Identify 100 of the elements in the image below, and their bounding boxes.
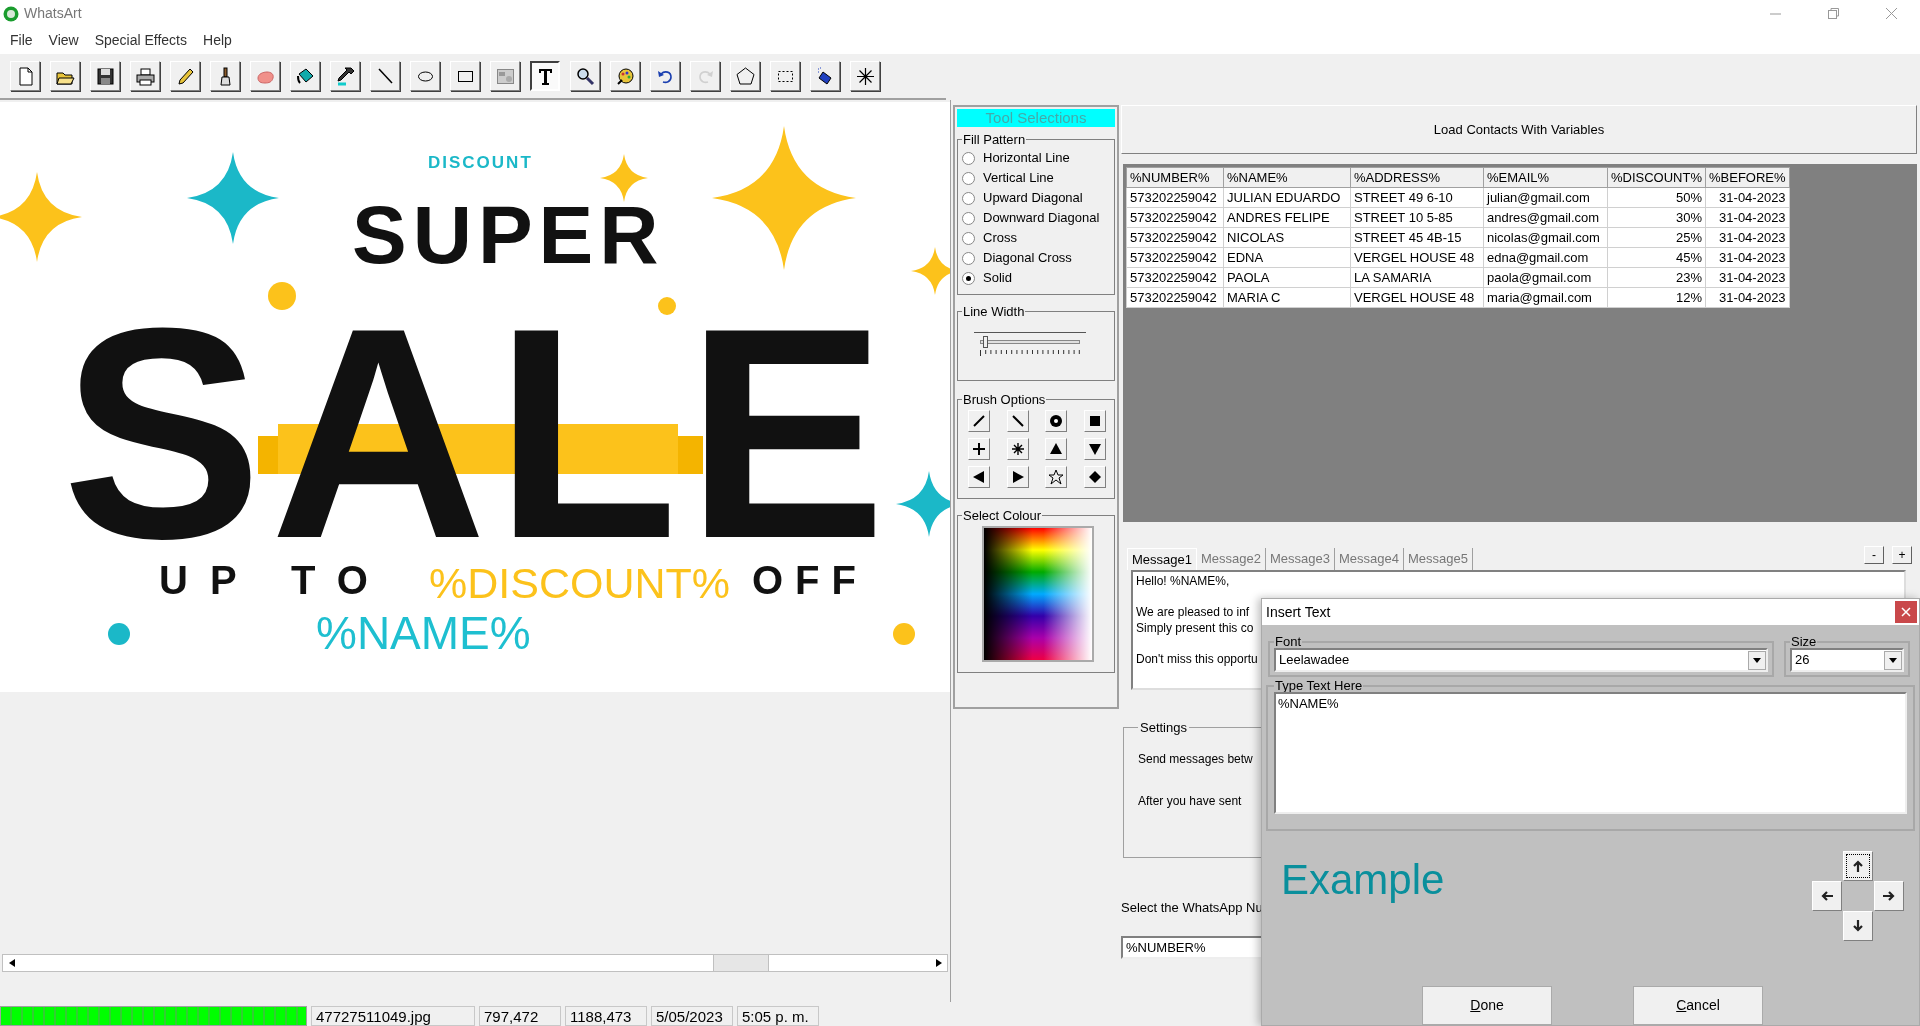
- artwork-text: OFF: [752, 560, 868, 600]
- status-field: 5/05/2023: [651, 1006, 733, 1026]
- triangle-up-brush-button[interactable]: [1045, 438, 1067, 460]
- table-cell: 31-04-2023: [1705, 207, 1790, 228]
- radio-button[interactable]: [962, 271, 975, 285]
- scroll-left-icon: [8, 959, 15, 967]
- done-button[interactable]: Done: [1422, 986, 1552, 1025]
- cancel-button[interactable]: Cancel: [1633, 986, 1763, 1025]
- radio-label: Upward Diagonal: [983, 189, 1083, 208]
- artwork-text: SUPER: [352, 194, 665, 276]
- triangle-down-brush-button[interactable]: [1083, 438, 1106, 460]
- sparkle-tool-button[interactable]: [850, 61, 880, 91]
- column-header[interactable]: %DISCOUNT%: [1607, 167, 1706, 188]
- table-cell: VERGEL HOUSE 48: [1350, 287, 1484, 308]
- save-tool-button[interactable]: [90, 61, 120, 91]
- size-dropdown[interactable]: 26: [1790, 648, 1904, 672]
- radio-label: Downward Diagonal: [983, 209, 1100, 228]
- restore-icon: [1827, 8, 1839, 19]
- menu-item[interactable]: View: [40, 30, 87, 51]
- plus-brush-button[interactable]: [968, 438, 990, 460]
- column-header[interactable]: %NAME%: [1223, 167, 1351, 188]
- slider-ticks-icon: [980, 350, 1082, 356]
- group-label: Line Width: [962, 305, 1026, 318]
- dot-shape: [893, 623, 915, 645]
- group-label: Fill Pattern: [962, 133, 1027, 146]
- move-up-button[interactable]: [1843, 851, 1873, 881]
- close-icon: [1885, 8, 1897, 19]
- window-title: WhatsArt: [24, 4, 82, 23]
- table-cell: STREET 10 5-85: [1350, 207, 1484, 228]
- tab-control-button[interactable]: -: [1864, 546, 1884, 564]
- star-brush-button[interactable]: [1045, 466, 1067, 488]
- new-page-tool-button[interactable]: [10, 61, 40, 91]
- printer-tool-button[interactable]: [130, 61, 160, 91]
- move-right-button[interactable]: [1874, 881, 1904, 911]
- radio-label: Cross: [983, 229, 1017, 248]
- artwork-text: %NAME%: [316, 610, 531, 656]
- pentagon-tool-button[interactable]: [730, 61, 760, 91]
- table-cell: 573202259042: [1126, 207, 1224, 228]
- text-input-area[interactable]: %NAME%: [1274, 692, 1907, 814]
- square-brush-button[interactable]: [1083, 410, 1106, 432]
- line-tool-button[interactable]: [370, 61, 400, 91]
- artwork-text: DISCOUNT: [428, 152, 533, 174]
- message-tab[interactable]: Message1: [1127, 548, 1197, 570]
- table-cell: MARIA C: [1223, 287, 1351, 308]
- star-shape: [896, 471, 950, 537]
- diamond-brush-button[interactable]: [1083, 466, 1106, 488]
- radio-button[interactable]: [962, 151, 975, 165]
- rectangle-tool-button[interactable]: [450, 61, 480, 91]
- selection-tool-button[interactable]: [770, 61, 800, 91]
- menu-item[interactable]: Help: [195, 30, 240, 51]
- column-header[interactable]: %BEFORE%: [1705, 167, 1790, 188]
- table-cell: STREET 49 6-10: [1350, 187, 1484, 208]
- radio-button[interactable]: [962, 211, 975, 225]
- eyedropper-icon: [334, 65, 356, 87]
- folder-tool-button[interactable]: [50, 61, 80, 91]
- triangle-right-brush-button[interactable]: [1006, 466, 1029, 488]
- image-tool-button[interactable]: [490, 61, 520, 91]
- spray-can-tool-button[interactable]: [810, 61, 840, 91]
- column-header[interactable]: %EMAIL%: [1483, 167, 1608, 188]
- group-label: Type Text Here: [1274, 679, 1364, 692]
- font-dropdown[interactable]: Leelawadee: [1274, 648, 1768, 672]
- radio-button[interactable]: [962, 251, 975, 265]
- slash-brush-button[interactable]: [968, 410, 990, 432]
- move-left-button[interactable]: [1812, 881, 1842, 911]
- radio-button[interactable]: [962, 231, 975, 245]
- ellipse-tool-button[interactable]: [410, 61, 440, 91]
- scrollbar-thumb[interactable]: [713, 955, 769, 971]
- column-header[interactable]: %NUMBER%: [1126, 167, 1224, 188]
- tab-control-button[interactable]: +: [1892, 546, 1912, 564]
- round-brush-button[interactable]: [1045, 410, 1067, 432]
- pencil-tool-button[interactable]: [170, 61, 200, 91]
- close-button[interactable]: [1895, 601, 1917, 623]
- horizontal-scrollbar[interactable]: [2, 954, 948, 972]
- asterisk-brush-button[interactable]: [1006, 438, 1029, 460]
- undo-tool-button[interactable]: [650, 61, 680, 91]
- menu-item[interactable]: Special Effects: [86, 30, 195, 51]
- group-label: Settings: [1139, 719, 1188, 737]
- column-header[interactable]: %ADDRESS%: [1350, 167, 1484, 188]
- slider-thumb[interactable]: [982, 336, 988, 348]
- move-down-button[interactable]: [1843, 911, 1873, 941]
- table-cell: 573202259042: [1126, 267, 1224, 288]
- menu-item[interactable]: File: [2, 30, 41, 51]
- backslash-brush-button[interactable]: [1006, 410, 1029, 432]
- load-contacts-button[interactable]: Load Contacts With Variables: [1121, 105, 1917, 154]
- table-cell: paola@gmail.com: [1483, 267, 1608, 288]
- radio-button[interactable]: [962, 171, 975, 185]
- eraser-tool-button[interactable]: [250, 61, 280, 91]
- text-tool-button[interactable]: [530, 61, 560, 91]
- radio-button[interactable]: [962, 191, 975, 205]
- paint-bucket-tool-button[interactable]: [290, 61, 320, 91]
- colour-spectrum[interactable]: [982, 526, 1094, 662]
- triangle-left-brush-button[interactable]: [968, 466, 990, 488]
- palette-tool-button[interactable]: [610, 61, 640, 91]
- table-cell: 573202259042: [1126, 247, 1224, 268]
- brush-tool-button[interactable]: [210, 61, 240, 91]
- radio-label: Solid: [983, 269, 1012, 288]
- radio-label: Vertical Line: [983, 169, 1054, 188]
- search-tool-button[interactable]: [570, 61, 600, 91]
- eyedropper-tool-button[interactable]: [330, 61, 360, 91]
- table-cell: 31-04-2023: [1705, 187, 1790, 208]
